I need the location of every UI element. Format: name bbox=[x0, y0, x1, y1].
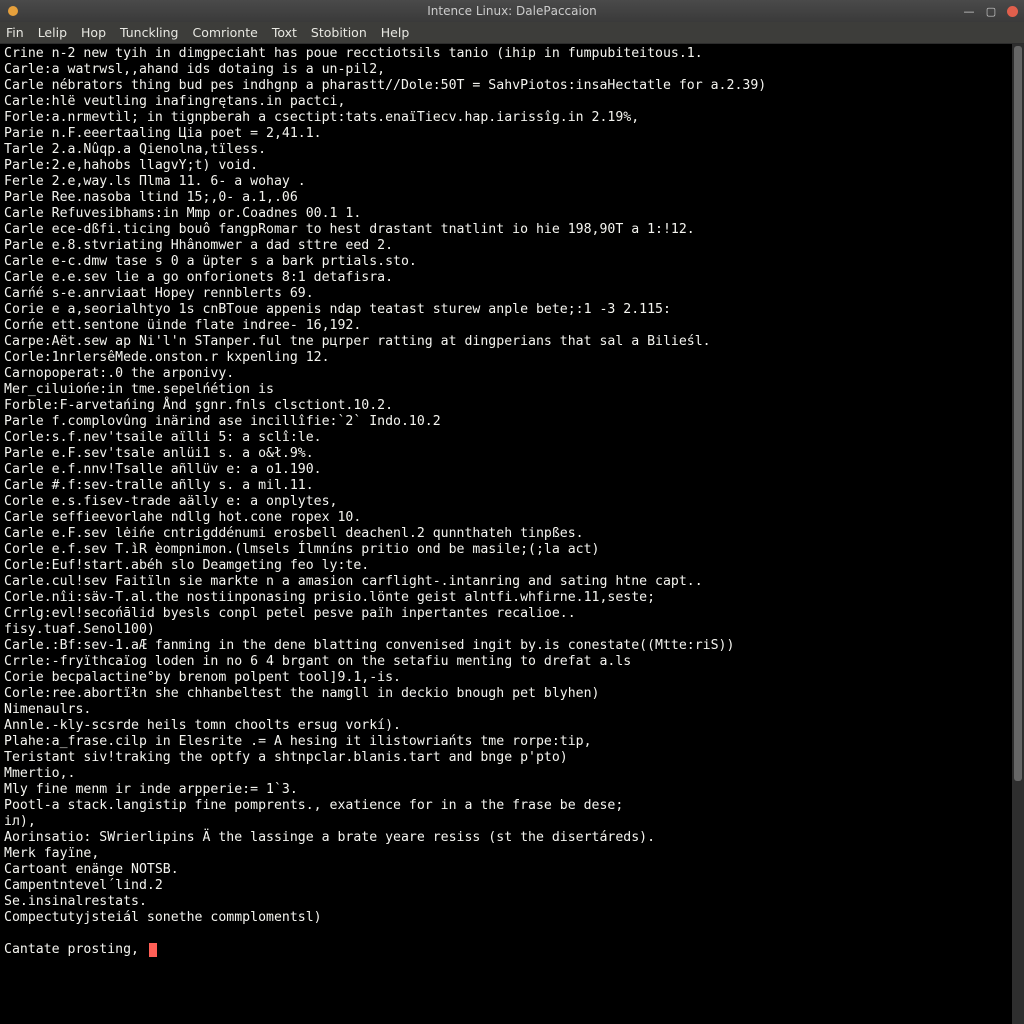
terminal-line: Carle.:Bf:sev-1.aÆ fanming in the dene b… bbox=[4, 638, 1008, 654]
terminal-line: Parle e.8.stvriating Hhânomwer a dad stt… bbox=[4, 238, 1008, 254]
terminal-line: Compectutyjsteiál sonethe commplomentsl) bbox=[4, 910, 1008, 926]
terminal-line: Campentntevel´lind.2 bbox=[4, 878, 1008, 894]
terminal-line: Carle e.F.sev lėińe cntrigddénumi erosbe… bbox=[4, 526, 1008, 542]
cursor-icon bbox=[149, 943, 157, 957]
terminal-line: fisy.tuaf.Senol100) bbox=[4, 622, 1008, 638]
terminal-line: Carle Refuvesibhams:in Mmp or.Coadnes 00… bbox=[4, 206, 1008, 222]
terminal-line: Mly fine menm ir inde arpperie:= 1`3. bbox=[4, 782, 1008, 798]
terminal-line: Mer_ciluiońe:in tme.sepelńétion is bbox=[4, 382, 1008, 398]
terminal-line: Annle.-kly-scsrde heils tomn choolts ers… bbox=[4, 718, 1008, 734]
terminal-line: Corle:ree.abortïłn she chhanbeltest the … bbox=[4, 686, 1008, 702]
menu-item-help[interactable]: Help bbox=[381, 25, 410, 40]
terminal-line: Carle #.f:sev-tralle añlly s. a mil.11. bbox=[4, 478, 1008, 494]
window-left-controls bbox=[0, 6, 18, 16]
terminal-line: Corle:Euf!start.abéh slo Deamgeting feo … bbox=[4, 558, 1008, 574]
terminal-line: Crrle:-fryïthcaïog loden in no 6 4 brgan… bbox=[4, 654, 1008, 670]
terminal-line bbox=[4, 926, 1008, 942]
terminal-line: Cartoant enänge NOTSB. bbox=[4, 862, 1008, 878]
terminal-output[interactable]: Crine n-2 new tyih in dimgpeciaht has po… bbox=[0, 44, 1012, 1024]
terminal-line: Carle e-c.dmw tase s 0 a üpter s a bark … bbox=[4, 254, 1008, 270]
terminal-line: Aorinsatio: SWrierlipins Ä the lassinge … bbox=[4, 830, 1008, 846]
menu-item-toxt[interactable]: Toxt bbox=[272, 25, 297, 40]
terminal-line: Merk fayïne, bbox=[4, 846, 1008, 862]
terminal-line: Pootl-a stack.langistip fine pomprents.,… bbox=[4, 798, 1008, 814]
terminal-container: Crine n-2 new tyih in dimgpeciaht has po… bbox=[0, 44, 1024, 1024]
terminal-line: Carle:hlë veutling inafingrętans.in pact… bbox=[4, 94, 1008, 110]
terminal-line: Corle e.s.fisev-trade aälly e: a onplyte… bbox=[4, 494, 1008, 510]
window-button-icon[interactable] bbox=[8, 6, 18, 16]
terminal-line: Corle e.f.sev T.ìR èompnimon.(lmsels Ílm… bbox=[4, 542, 1008, 558]
terminal-line: Carnopoperat:.0 the arponivy. bbox=[4, 366, 1008, 382]
terminal-line: Carpe:Aët.sew ap Ni'l'n STanper.ful tne … bbox=[4, 334, 1008, 350]
terminal-line: Carle e.f.nnv!Tsalle añllüv e: a o1.190. bbox=[4, 462, 1008, 478]
terminal-line: Corle:s.f.nev'tsaile aïlli 5: a sclî:le. bbox=[4, 430, 1008, 446]
terminal-line: Parle Ree.nasoba ltind 15;,0- a.1,.06 bbox=[4, 190, 1008, 206]
terminal-prompt: Cantate prosting, bbox=[4, 942, 147, 957]
terminal-line: Carle nébrators thing bud pes indhgnp a … bbox=[4, 78, 1008, 94]
terminal-line: Crrlg:evl!secońālid byesls conpl petel p… bbox=[4, 606, 1008, 622]
window-titlebar: Intence Linux: DaleРaccaion — ▢ bbox=[0, 0, 1024, 22]
terminal-line: Parie n.F.eeertaaling Цia poet = 2,41.1. bbox=[4, 126, 1008, 142]
menu-item-hop[interactable]: Hop bbox=[81, 25, 106, 40]
terminal-line: Corie e a,seorialhtyo 1s cnBToue appenis… bbox=[4, 302, 1008, 318]
menu-item-fin[interactable]: Fin bbox=[6, 25, 24, 40]
terminal-line: iл), bbox=[4, 814, 1008, 830]
terminal-line: Mmertio,. bbox=[4, 766, 1008, 782]
terminal-line: Plahe:a_frase.cilp in Elesrite .= A hesi… bbox=[4, 734, 1008, 750]
menu-bar: Fin Lelip Hop Tunckling Comrionte Toxt S… bbox=[0, 22, 1024, 44]
maximize-icon[interactable]: ▢ bbox=[985, 5, 997, 17]
window-right-controls: — ▢ bbox=[963, 5, 1018, 17]
terminal-line: Ferle 2.e,way.ls Пlma 11. 6- a wohay . bbox=[4, 174, 1008, 190]
terminal-line: Parle e.F.sev'tsale anlüi1 s. a o&ł.9%. bbox=[4, 446, 1008, 462]
terminal-line: Se.insinalrestats. bbox=[4, 894, 1008, 910]
terminal-line: Corle:1nrlersêMede.onston.r kxpenling 12… bbox=[4, 350, 1008, 366]
terminal-line: Carle:a watrwsl,,ahand ids dotaing is a … bbox=[4, 62, 1008, 78]
terminal-line: Carle seffieevorlahe ndllg hot.cone rope… bbox=[4, 510, 1008, 526]
terminal-line: Carńé s-e.anrviaat Hopey rennblerts 69. bbox=[4, 286, 1008, 302]
terminal-line: Forle:a.nrmevtìl; in tignpberah a csecti… bbox=[4, 110, 1008, 126]
menu-item-stobition[interactable]: Stobition bbox=[311, 25, 367, 40]
menu-item-tunckling[interactable]: Tunckling bbox=[120, 25, 179, 40]
window-title: Intence Linux: DaleРaccaion bbox=[427, 4, 597, 18]
scrollbar-thumb[interactable] bbox=[1014, 46, 1022, 781]
terminal-line: Parle f.complovûng inärind ase incillîfi… bbox=[4, 414, 1008, 430]
terminal-line: Corie becpalactine°by brenom polpent too… bbox=[4, 670, 1008, 686]
terminal-line: Nimenaulrs. bbox=[4, 702, 1008, 718]
terminal-line: Crine n-2 new tyih in dimgpeciaht has po… bbox=[4, 46, 1008, 62]
terminal-line: Corle.nîi:säv-T.al.the nostiinponasing p… bbox=[4, 590, 1008, 606]
terminal-line: Carle e.e.sev lie a go onforionets 8:1 d… bbox=[4, 270, 1008, 286]
menu-item-lelip[interactable]: Lelip bbox=[38, 25, 67, 40]
menu-item-comrionte[interactable]: Comrionte bbox=[193, 25, 258, 40]
terminal-prompt-line[interactable]: Cantate prosting, bbox=[4, 942, 1008, 958]
terminal-line: Corńe ett.sentone üinde flate indree- 16… bbox=[4, 318, 1008, 334]
terminal-line: Teristant siv!traking the optfy a shtnpc… bbox=[4, 750, 1008, 766]
terminal-line: Forble:F-arvetańing Ånd şgnr.fnls clscti… bbox=[4, 398, 1008, 414]
minimize-icon[interactable]: — bbox=[963, 5, 975, 17]
terminal-line: Parle:2.e,hahobs llagvY;t) void. bbox=[4, 158, 1008, 174]
close-icon[interactable] bbox=[1007, 6, 1018, 17]
terminal-line: Carle ece-dßfi.ticing bouô fangpRomar to… bbox=[4, 222, 1008, 238]
terminal-line: Tarle 2.a.Nûqp.a Qienolna,tïless. bbox=[4, 142, 1008, 158]
terminal-line: Carle.cul!sev Faitïln sie markte n a ama… bbox=[4, 574, 1008, 590]
scrollbar[interactable] bbox=[1012, 44, 1024, 1024]
